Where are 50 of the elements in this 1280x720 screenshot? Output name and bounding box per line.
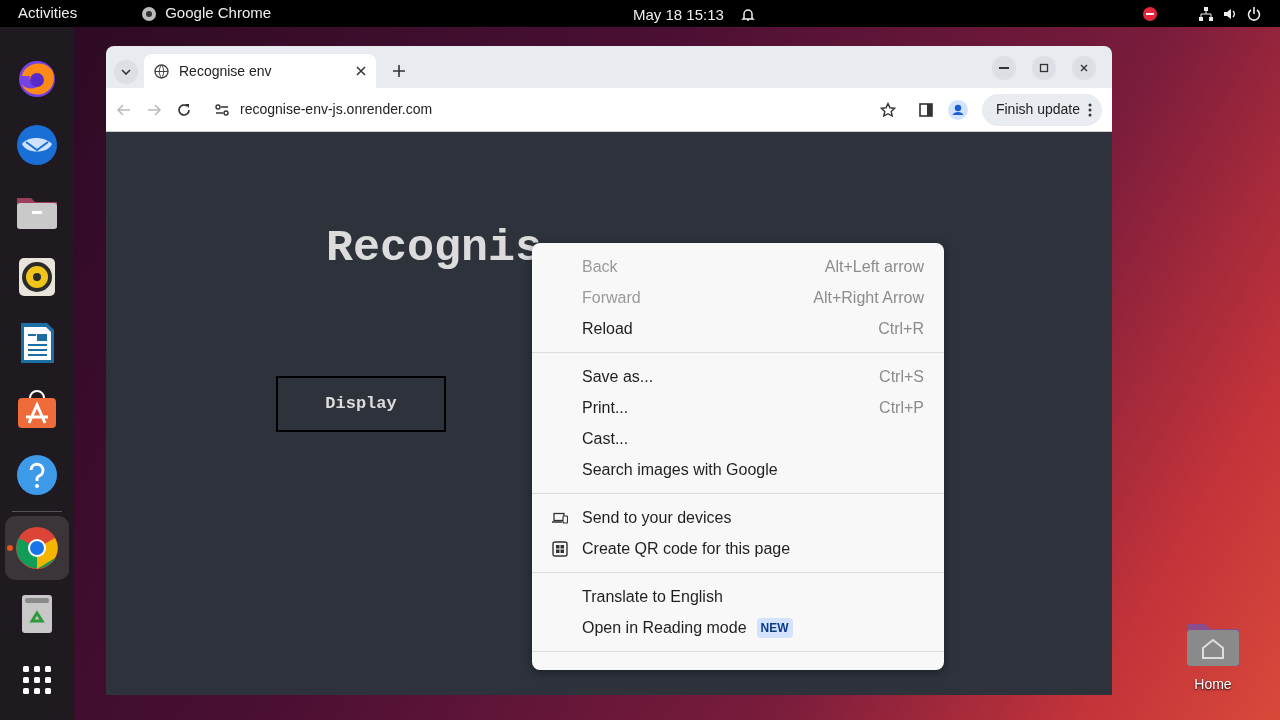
bird-mail-icon bbox=[14, 122, 60, 168]
more-icon bbox=[1088, 102, 1092, 117]
shortcut-label: Ctrl+R bbox=[878, 318, 924, 339]
power-icon bbox=[1246, 5, 1262, 22]
dock-item[interactable] bbox=[5, 516, 69, 580]
bell-icon bbox=[739, 7, 756, 24]
caret-icon bbox=[121, 69, 131, 75]
maximize-icon bbox=[1038, 62, 1050, 74]
bookmark-star-icon[interactable] bbox=[879, 101, 896, 118]
menu-item[interactable]: Create QR code for this page bbox=[532, 533, 944, 564]
profile-icon[interactable] bbox=[947, 99, 968, 120]
clock[interactable]: May 18 15:13 bbox=[633, 4, 724, 27]
shortcut-label: Alt+Left arrow bbox=[824, 256, 924, 277]
menu-item[interactable]: Reload Ctrl+R bbox=[532, 313, 944, 344]
shortcut-label: Alt+Right Arrow bbox=[813, 287, 924, 308]
network-icon bbox=[1198, 5, 1214, 22]
close-icon bbox=[1078, 62, 1090, 74]
site-settings-icon bbox=[214, 101, 230, 118]
close-button[interactable] bbox=[1072, 56, 1096, 80]
browser-icon bbox=[14, 525, 60, 571]
menu-item[interactable]: Print... Ctrl+P bbox=[532, 392, 944, 423]
reload-icon[interactable] bbox=[176, 101, 192, 118]
qr-code-icon bbox=[552, 540, 568, 557]
devices-icon bbox=[552, 511, 568, 524]
close-icon[interactable] bbox=[356, 66, 366, 76]
finish-update-button[interactable]: Finish update bbox=[981, 93, 1102, 126]
app-menu[interactable]: Google Chrome bbox=[165, 2, 272, 25]
app-icon bbox=[141, 5, 158, 22]
shortcut-label: Ctrl+S bbox=[879, 366, 924, 387]
browser-tab[interactable]: Recognise env bbox=[144, 54, 376, 88]
menu-item[interactable]: Cast... bbox=[532, 423, 944, 454]
menu-item[interactable]: Search images with Google bbox=[532, 454, 944, 485]
menu-item[interactable]: Send to your devices bbox=[532, 502, 944, 533]
running-indicator bbox=[7, 545, 13, 551]
display-button[interactable]: Display bbox=[276, 376, 446, 432]
globe-icon bbox=[154, 63, 169, 79]
desktop-icon-label[interactable]: Home bbox=[1194, 674, 1232, 695]
maximize-button[interactable] bbox=[1032, 56, 1056, 80]
side-panel-icon[interactable] bbox=[917, 101, 934, 118]
activities-button[interactable]: Activities bbox=[18, 2, 78, 25]
minimize-button[interactable] bbox=[992, 56, 1016, 80]
help-icon bbox=[14, 452, 60, 498]
new-tab-icon[interactable] bbox=[392, 64, 406, 78]
new-badge: NEW bbox=[756, 617, 793, 638]
menu-item[interactable]: Open in Reading mode NEW bbox=[532, 612, 944, 643]
menu-item[interactable]: Save as... Ctrl+S bbox=[532, 361, 944, 392]
shortcut-label: Ctrl+P bbox=[879, 397, 924, 418]
blocked-icon bbox=[1142, 5, 1158, 22]
menu-item[interactable]: Translate to English bbox=[532, 581, 944, 612]
tab-list-button[interactable] bbox=[114, 60, 138, 84]
